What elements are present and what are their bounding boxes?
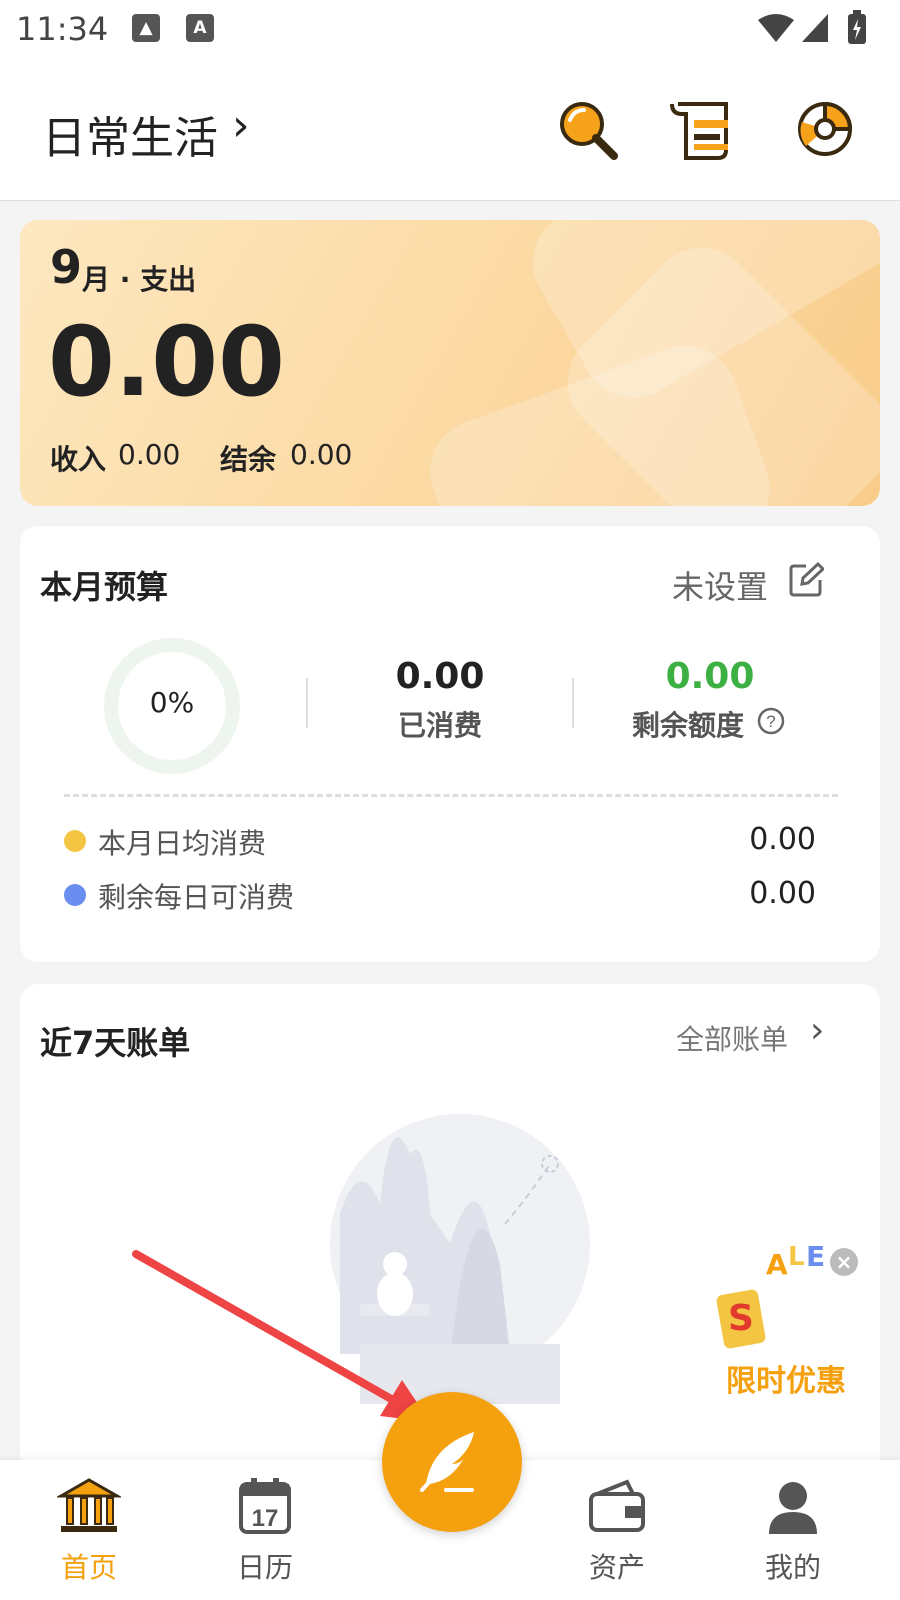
monthly-summary-card[interactable]: 9 月 · 支出 0.00 收入 0.00 结余 0.00 <box>20 220 880 506</box>
wifi-icon <box>758 14 794 42</box>
edit-icon[interactable] <box>788 562 824 598</box>
daily-left-label: 剩余每日可消费 <box>98 881 295 914</box>
daily-left-value: 0.00 <box>749 876 816 911</box>
sale-letter: E <box>806 1240 826 1273</box>
nav-profile-label: 我的 <box>764 1551 821 1584</box>
nav-assets-label: 资产 <box>588 1551 645 1584</box>
nav-calendar[interactable]: 17 日历 <box>190 1460 340 1600</box>
image-notification-icon: ▲ <box>132 14 160 42</box>
all-bills-link[interactable]: 全部账单 <box>676 1018 788 1058</box>
user-icon <box>769 1482 817 1534</box>
budget-status[interactable]: 未设置 <box>672 562 768 608</box>
close-icon[interactable]: × <box>830 1248 858 1276</box>
wallet-icon <box>589 1479 645 1532</box>
svg-text:?: ? <box>766 712 775 731</box>
balance-label: 结余 <box>220 443 277 476</box>
search-icon[interactable] <box>556 98 620 162</box>
app-header: 日常生活 › <box>0 62 900 201</box>
battery-icon <box>848 10 866 44</box>
chevron-right-icon[interactable]: › <box>810 1010 824 1051</box>
chevron-right-icon[interactable]: › <box>232 100 250 151</box>
limited-offer-badge[interactable]: A L E × S 限时优惠 <box>686 1234 866 1414</box>
text-notification-icon: A <box>186 14 214 42</box>
calendar-day: 17 <box>252 1505 279 1532</box>
status-bar: 11:34 ▲ A <box>0 0 900 62</box>
nav-home-label: 首页 <box>60 1551 117 1584</box>
recent-bills-title: 近7天账单 <box>40 1024 191 1062</box>
add-record-button[interactable] <box>382 1392 522 1532</box>
bank-icon <box>57 1478 121 1532</box>
calendar-icon: 17 <box>239 1478 291 1534</box>
bill-scroll-icon[interactable] <box>670 98 740 162</box>
blue-dot-icon <box>64 884 86 906</box>
limited-offer-label: 限时优惠 <box>726 1364 846 1399</box>
tag-letter: S <box>728 1298 754 1339</box>
summary-period-label: 月 · 支出 <box>82 263 197 296</box>
nav-calendar-label: 日历 <box>236 1551 293 1584</box>
pie-chart-icon[interactable] <box>792 94 858 160</box>
spent-value: 0.00 <box>395 656 485 697</box>
signal-icon <box>802 14 828 42</box>
ledger-book-title[interactable]: 日常生活 <box>42 102 218 166</box>
income-label: 收入 <box>50 443 107 476</box>
feather-pen-icon <box>420 1432 474 1492</box>
budget-title: 本月预算 <box>40 568 169 606</box>
daily-avg-label: 本月日均消费 <box>98 827 267 860</box>
divider <box>572 678 574 728</box>
status-time: 11:34 <box>16 10 109 48</box>
balance-amount: 0.00 <box>290 438 353 471</box>
sale-letter: A <box>766 1248 788 1281</box>
income-amount: 0.00 <box>118 438 181 471</box>
yellow-dot-icon <box>64 830 86 852</box>
sale-letter: L <box>788 1242 805 1272</box>
summary-expense-amount: 0.00 <box>48 306 285 418</box>
nav-assets[interactable]: 资产 <box>542 1460 692 1600</box>
summary-month: 9 <box>50 240 83 294</box>
nav-profile[interactable]: 我的 <box>718 1460 868 1600</box>
nav-home[interactable]: 首页 <box>14 1460 164 1600</box>
dashed-divider <box>64 794 838 797</box>
remaining-value: 0.00 <box>665 656 755 697</box>
help-icon[interactable]: ? <box>756 706 786 736</box>
budget-percent: 0% <box>149 686 195 719</box>
daily-avg-value: 0.00 <box>749 822 816 857</box>
spent-label: 已消费 <box>397 709 482 742</box>
remaining-label: 剩余额度 <box>632 709 745 742</box>
budget-card: 本月预算 未设置 0% 0.00 已消费 0.00 剩余额度 ? 本月日均消费 … <box>20 526 880 962</box>
divider <box>306 678 308 728</box>
